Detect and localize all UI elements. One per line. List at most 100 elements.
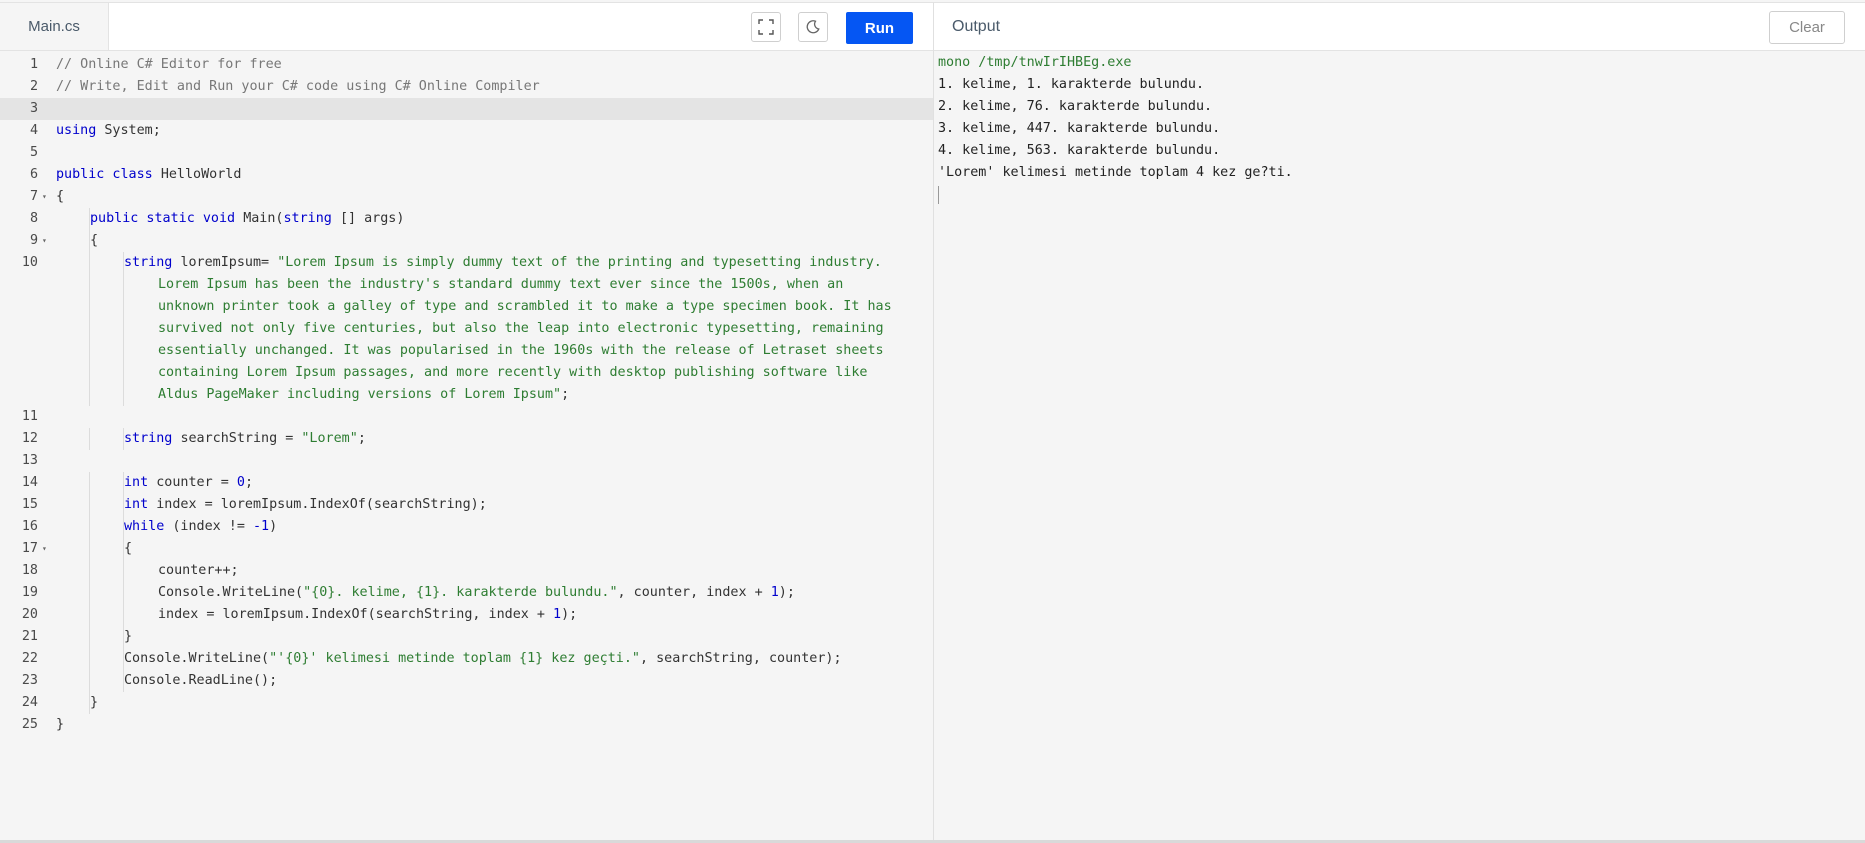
- code-token: string: [283, 211, 332, 226]
- code-text: index = loremIpsum.IndexOf(searchString,…: [158, 604, 577, 626]
- indent-guide: [123, 362, 124, 384]
- code-line: 7 ▾ {: [0, 186, 933, 208]
- code-token: Main(: [243, 211, 284, 226]
- file-tab[interactable]: Main.cs: [0, 3, 109, 50]
- output-header: Output Clear: [934, 3, 1865, 51]
- indent-guide: [89, 472, 90, 494]
- code-line: 21}: [0, 626, 933, 648]
- code-line: 3: [0, 98, 933, 120]
- output-line: 4. kelime, 563. karakterde bulundu.: [938, 143, 1221, 158]
- indent-guide: [89, 362, 90, 384]
- line-number: 7: [29, 189, 38, 204]
- line-number: 16: [21, 519, 38, 534]
- code-token: System;: [104, 123, 161, 138]
- code-text: survived not only five centuries, but al…: [158, 318, 884, 340]
- output-console[interactable]: mono /tmp/tnwIrIHBEg.exe 1. kelime, 1. k…: [938, 52, 1858, 204]
- code-token: [] args): [339, 211, 405, 226]
- code-text: while (index != -1): [124, 516, 277, 538]
- fold-arrow-icon[interactable]: ▾: [42, 186, 47, 208]
- code-text: }: [124, 626, 132, 648]
- code-token: "'{0}' kelimesi metinde toplam {1} kez g…: [269, 651, 640, 666]
- code-token: );: [561, 607, 578, 622]
- indent-guide: [89, 318, 90, 340]
- code-token: {: [56, 189, 65, 204]
- clear-button[interactable]: Clear: [1769, 11, 1845, 44]
- code-token: (index !=: [172, 519, 253, 534]
- code-editor[interactable]: 1 // Online C# Editor for free 2 // Write, …: [0, 51, 933, 841]
- code-token: Console.WriteLine(: [124, 651, 270, 666]
- code-token: int: [124, 475, 149, 490]
- code-line: 11: [0, 406, 933, 428]
- code-text: {: [56, 186, 64, 208]
- fold-arrow-icon[interactable]: ▾: [42, 538, 47, 560]
- moon-icon: [806, 20, 820, 34]
- code-text: string searchString = "Lorem";: [124, 428, 366, 450]
- code-line: 23 Console.ReadLine();: [0, 670, 933, 692]
- code-line: 10 string loremIpsum= "Lorem Ipsum is sim…: [0, 252, 933, 274]
- fold-arrow-icon[interactable]: ▾: [42, 230, 47, 252]
- line-number: 18: [21, 563, 38, 578]
- code-line: 13: [0, 450, 933, 472]
- indent-guide: [123, 384, 124, 406]
- code-line: 6 public class HelloWorld: [0, 164, 933, 186]
- code-token: ): [269, 519, 278, 534]
- output-caret: [938, 186, 939, 204]
- output-title: Output: [952, 18, 1001, 35]
- code-token: }: [124, 629, 133, 644]
- code-text: essentially unchanged. It was popularise…: [158, 340, 884, 362]
- run-button[interactable]: Run: [846, 12, 913, 44]
- code-token: }: [56, 717, 65, 732]
- code-token: while: [124, 519, 165, 534]
- code-token: ;: [357, 431, 366, 446]
- code-text: unknown printer took a galley of type an…: [158, 296, 892, 318]
- code-line: 16 while (index != -1): [0, 516, 933, 538]
- indent-guide: [89, 582, 90, 604]
- theme-toggle-button[interactable]: [798, 12, 828, 42]
- indent-guide: [89, 560, 90, 582]
- code-token: int: [124, 497, 149, 512]
- code-token: essentially unchanged. It was popularise…: [158, 343, 884, 358]
- line-number: 4: [29, 123, 38, 138]
- line-number: 24: [21, 695, 38, 710]
- line-number: 9: [29, 233, 38, 248]
- fullscreen-icon: [758, 19, 774, 35]
- code-token: // Online C# Editor for free: [56, 57, 282, 72]
- code-token: }: [90, 695, 99, 710]
- code-text: // Write, Edit and Run your C# code usin…: [56, 76, 540, 98]
- indent-guide: [89, 626, 90, 648]
- output-line: 'Lorem' kelimesi metinde toplam 4 kez ge…: [938, 165, 1293, 180]
- code-token: , searchString, counter);: [639, 651, 842, 666]
- code-token: 1: [770, 585, 779, 600]
- output-line: 1. kelime, 1. karakterde bulundu.: [938, 77, 1205, 92]
- line-number: 3: [29, 101, 38, 116]
- fullscreen-button[interactable]: [751, 12, 781, 42]
- indent-guide: [89, 296, 90, 318]
- code-line: Lorem Ipsum has been the industry's stan…: [0, 274, 933, 296]
- code-line: 2 // Write, Edit and Run your C# code usi…: [0, 76, 933, 98]
- code-text: containing Lorem Ipsum passages, and mor…: [158, 362, 867, 384]
- line-number: 6: [29, 167, 38, 182]
- output-command: mono /tmp/tnwIrIHBEg.exe: [938, 55, 1132, 70]
- code-token: string: [124, 431, 173, 446]
- line-number: 23: [21, 673, 38, 688]
- code-token: {: [90, 233, 99, 248]
- code-token: searchString =: [180, 431, 302, 446]
- indent-guide: [89, 516, 90, 538]
- line-number: 21: [21, 629, 38, 644]
- code-token: public static void: [90, 211, 236, 226]
- line-number: 20: [21, 607, 38, 622]
- code-line: containing Lorem Ipsum passages, and mor…: [0, 362, 933, 384]
- indent-guide: [89, 670, 90, 692]
- output-line: 3. kelime, 447. karakterde bulundu.: [938, 121, 1221, 136]
- indent-guide: [89, 274, 90, 296]
- code-text: {: [90, 230, 98, 252]
- code-text: Console.WriteLine("'{0}' kelimesi metind…: [124, 648, 842, 670]
- indent-guide: [123, 582, 124, 604]
- code-token: HelloWorld: [160, 167, 242, 182]
- code-text: Aldus PageMaker including versions of Lo…: [158, 384, 569, 406]
- code-token: index = loremIpsum.IndexOf(searchString)…: [156, 497, 487, 512]
- code-line: Aldus PageMaker including versions of Lo…: [0, 384, 933, 406]
- indent-guide: [123, 296, 124, 318]
- code-text: Console.WriteLine("{0}. kelime, {1}. kar…: [158, 582, 795, 604]
- line-number: 10: [21, 255, 38, 270]
